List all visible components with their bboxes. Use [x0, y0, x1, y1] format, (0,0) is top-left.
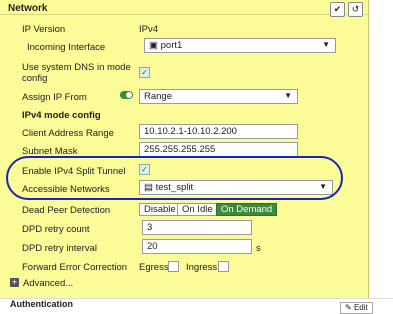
dpd-option-disable[interactable]: Disable — [139, 203, 181, 216]
section-title: Network — [8, 3, 48, 14]
dpd-option-on-idle[interactable]: On Idle — [177, 203, 218, 216]
check-icon[interactable]: ✔ — [330, 2, 345, 17]
header-divider — [0, 14, 368, 15]
client-address-range-value: 10.10.2.1-10.10.2.200 — [144, 126, 237, 137]
assign-ip-from-value: Range — [144, 91, 172, 102]
authentication-section: Authentication — [0, 298, 393, 309]
fec-egress-label: Egress — [139, 262, 169, 273]
incoming-interface-select[interactable]: ▣ port1 ▼ — [144, 38, 336, 53]
chevron-down-icon: ▼ — [284, 91, 292, 100]
dpd-retry-interval-input[interactable]: 20 — [142, 239, 252, 254]
client-address-range-input[interactable]: 10.10.2.1-10.10.2.200 — [139, 124, 298, 139]
edit-label: Edit — [353, 303, 368, 312]
undo-icon[interactable]: ↺ — [348, 2, 363, 17]
dead-peer-detection-label: Dead Peer Detection — [22, 205, 111, 216]
client-address-range-label: Client Address Range — [22, 128, 114, 139]
edit-icon: ✎ — [345, 303, 352, 312]
interface-icon: ▣ — [149, 40, 158, 51]
fec-egress-checkbox[interactable] — [168, 261, 179, 272]
use-system-dns-checkbox[interactable]: ✓ — [139, 67, 150, 78]
authentication-title: Authentication — [10, 299, 73, 309]
chevron-down-icon: ▼ — [322, 40, 330, 49]
dpd-retry-count-input[interactable]: 3 — [142, 220, 252, 235]
ip-version-label: IP Version — [22, 24, 66, 35]
subnet-mask-value: 255.255.255.255 — [144, 144, 216, 155]
dpd-retry-interval-label: DPD retry interval — [22, 243, 97, 254]
assign-ip-from-label: Assign IP From — [22, 92, 87, 103]
assign-ip-from-select[interactable]: Range ▼ — [139, 89, 298, 104]
fec-ingress-checkbox[interactable] — [218, 261, 229, 272]
ip-version-value: IPv4 — [139, 24, 159, 35]
blue-annotation-oval — [6, 156, 343, 200]
plus-icon[interactable]: + — [10, 278, 19, 287]
incoming-interface-label: Incoming Interface — [27, 42, 106, 53]
assign-ip-toggle[interactable] — [120, 91, 133, 99]
subnet-mask-input[interactable]: 255.255.255.255 — [139, 142, 298, 157]
section-divider — [0, 298, 393, 299]
dpd-option-on-demand[interactable]: On Demand — [216, 203, 278, 216]
dpd-retry-interval-unit: s — [256, 243, 261, 254]
ipv4-mode-config-heading: IPv4 mode config — [22, 110, 101, 121]
use-system-dns-label-1: Use system DNS in mode — [22, 62, 131, 73]
advanced-link[interactable]: Advanced... — [23, 278, 73, 289]
network-panel: Network ✔ ↺ IP Version IPv4 Incoming Int… — [0, 0, 369, 298]
fec-ingress-label: Ingress — [186, 262, 218, 273]
dpd-retry-interval-value: 20 — [147, 241, 158, 252]
dpd-retry-count-label: DPD retry count — [22, 224, 90, 235]
dpd-retry-count-value: 3 — [147, 222, 153, 233]
use-system-dns-label-2: config — [22, 73, 48, 84]
edit-button[interactable]: ✎ Edit — [340, 302, 373, 314]
fec-label: Forward Error Correction — [22, 262, 128, 273]
incoming-interface-value: port1 — [160, 40, 183, 51]
